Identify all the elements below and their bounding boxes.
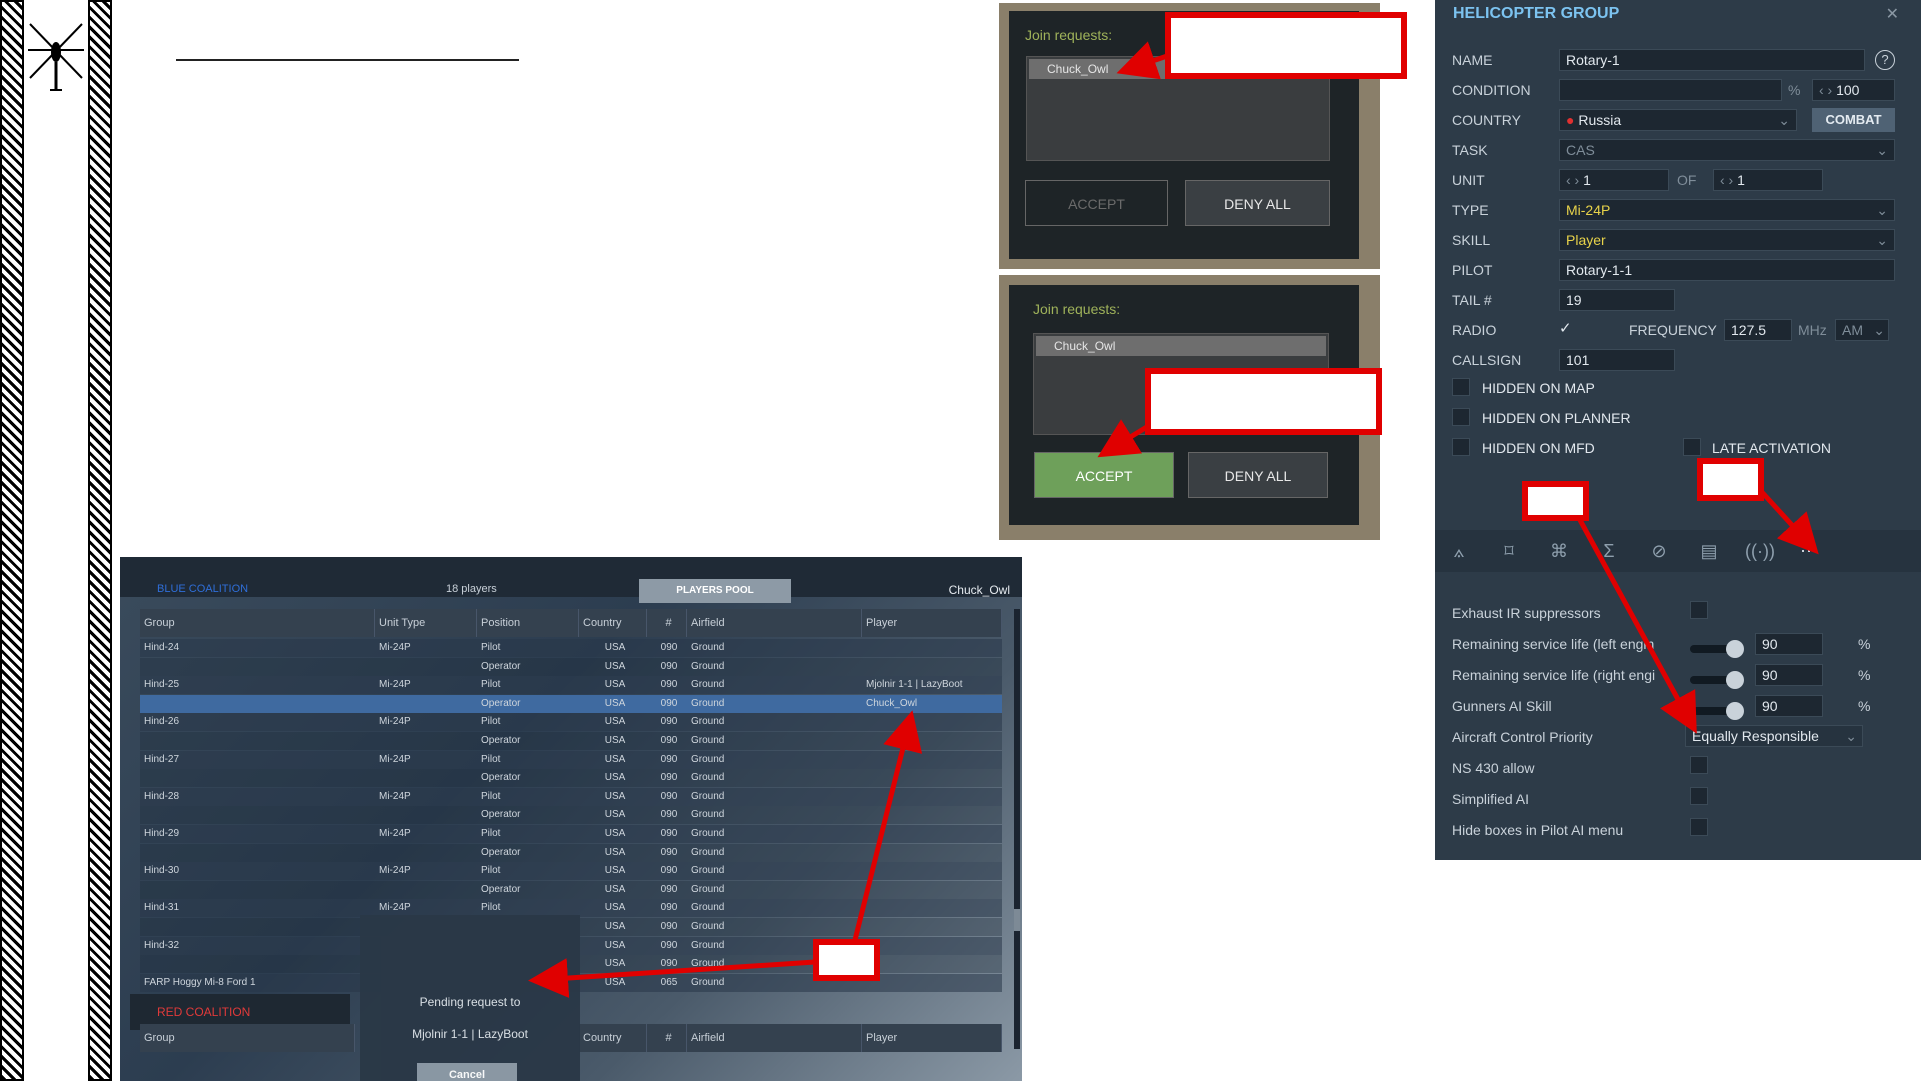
annotation-box-join-bottom	[1145, 368, 1382, 435]
arrow-to-join-request	[1116, 41, 1171, 80]
annotation-box-control-priority	[1522, 481, 1589, 521]
arrow-to-player-slot	[852, 710, 923, 941]
annotation-box-join-top	[1165, 12, 1407, 79]
arrow-to-join-request-bottom	[1097, 419, 1152, 458]
annotation-box-additional-properties	[1697, 458, 1764, 501]
annotation-box-pending	[813, 939, 880, 981]
arrow-to-control-priority	[1577, 518, 1697, 734]
arrow-to-additional-properties	[1758, 488, 1819, 555]
annotation-arrows	[528, 41, 1819, 999]
arrow-to-pending-request	[528, 958, 816, 999]
